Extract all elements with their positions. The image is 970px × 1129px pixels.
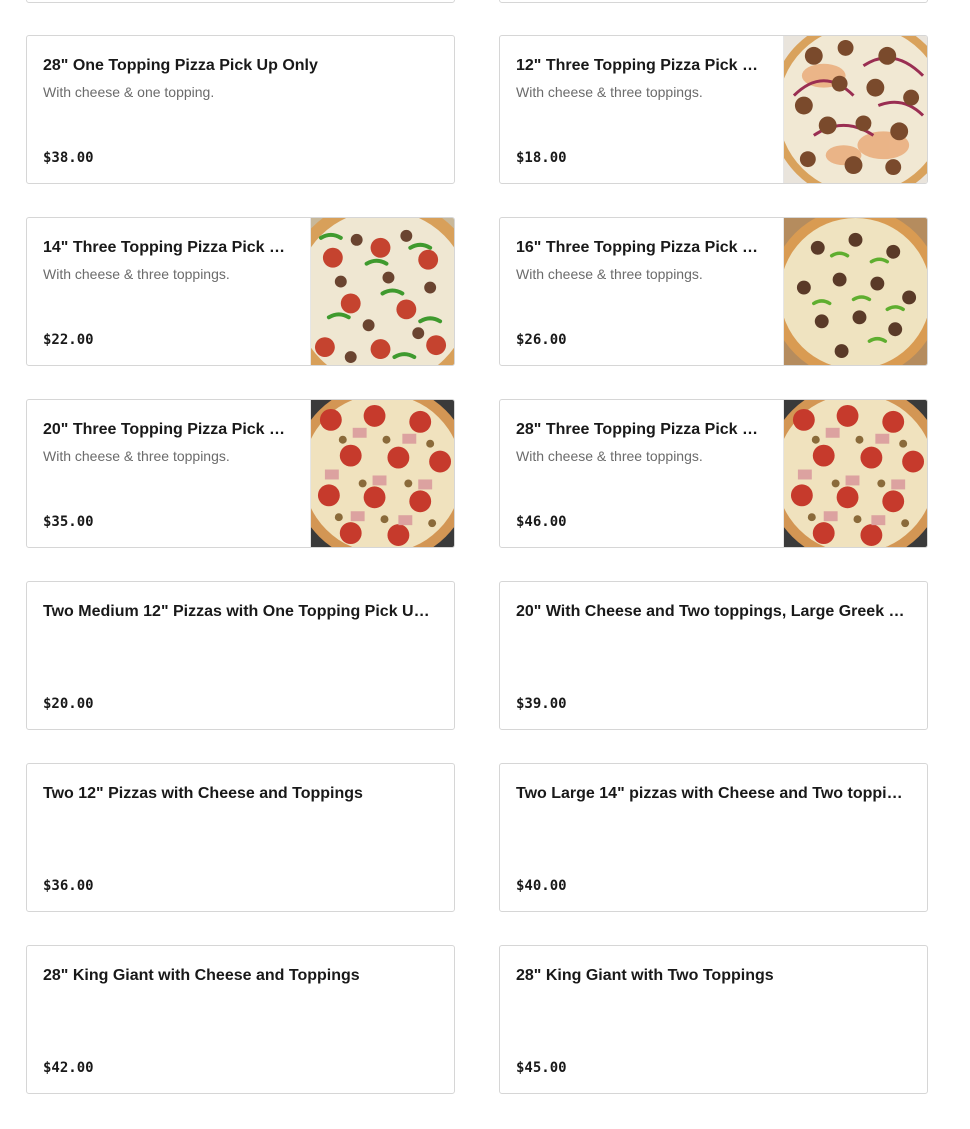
menu-item-price: $38.00: [43, 150, 94, 166]
menu-item-title: Two Medium 12" Pizzas with One Topping P…: [43, 603, 438, 620]
menu-item-card[interactable]: 28" King Giant with Cheese and Toppings $…: [26, 945, 455, 1094]
menu-item-price: $20.00: [43, 696, 94, 712]
menu-item-card[interactable]: 20" With Cheese and Two toppings, Large …: [499, 581, 928, 730]
menu-item-info: 20" With Cheese and Two toppings, Large …: [500, 582, 927, 729]
menu-item-description: With cheese & three toppings.: [516, 84, 703, 100]
menu-item-price: $42.00: [43, 1060, 94, 1076]
menu-item-info: 20" Three Topping Pizza Pick Up Only With…: [27, 400, 310, 547]
menu-item-price: $36.00: [43, 878, 94, 894]
menu-item-info: 28" King Giant with Two Toppings $45.00: [500, 946, 927, 1093]
menu-item-photo: [783, 400, 927, 547]
menu-item-card-partial[interactable]: [499, 0, 928, 3]
menu-item-price: $18.00: [516, 150, 567, 166]
menu-item-price: $46.00: [516, 514, 567, 530]
menu-item-title: 28" King Giant with Two Toppings: [516, 967, 774, 984]
menu-item-price: $45.00: [516, 1060, 567, 1076]
menu-item-price: $22.00: [43, 332, 94, 348]
menu-item-info: 16" Three Topping Pizza Pick Up Only With…: [500, 218, 783, 365]
menu-item-card[interactable]: 14" Three Topping Pizza Pick Up Only With…: [26, 217, 455, 366]
menu-item-card[interactable]: 20" Three Topping Pizza Pick Up Only With…: [26, 399, 455, 548]
menu-item-info: 28" King Giant with Cheese and Toppings $…: [27, 946, 454, 1093]
menu-item-price: $35.00: [43, 514, 94, 530]
menu-item-card-partial[interactable]: [26, 0, 455, 3]
menu-item-card[interactable]: 16" Three Topping Pizza Pick Up Only With…: [499, 217, 928, 366]
menu-item-title: 16" Three Topping Pizza Pick Up Only: [516, 239, 767, 256]
menu-item-info: Two 12" Pizzas with Cheese and Toppings $…: [27, 764, 454, 911]
menu-item-description: With cheese & three toppings.: [43, 266, 230, 282]
menu-item-info: Two Large 14" pizzas with Cheese and Two…: [500, 764, 927, 911]
menu-item-title: 28" One Topping Pizza Pick Up Only: [43, 57, 318, 74]
menu-item-price: $40.00: [516, 878, 567, 894]
menu-item-description: With cheese & three toppings.: [516, 448, 703, 464]
menu-item-title: 12" Three Topping Pizza Pick Up Only: [516, 57, 767, 74]
menu-item-photo: [783, 36, 927, 183]
menu-item-photo: [310, 400, 454, 547]
menu-item-info: 14" Three Topping Pizza Pick Up Only With…: [27, 218, 310, 365]
menu-item-photo: [783, 218, 927, 365]
menu-item-info: 12" Three Topping Pizza Pick Up Only With…: [500, 36, 783, 183]
menu-items-grid: 28" One Topping Pizza Pick Up Only With c…: [26, 35, 928, 1094]
menu-item-title: 20" With Cheese and Two toppings, Large …: [516, 603, 911, 620]
menu-item-info: Two Medium 12" Pizzas with One Topping P…: [27, 582, 454, 729]
menu-item-card[interactable]: 28" One Topping Pizza Pick Up Only With c…: [26, 35, 455, 184]
menu-item-info: 28" One Topping Pizza Pick Up Only With c…: [27, 36, 454, 183]
menu-item-price: $39.00: [516, 696, 567, 712]
menu-item-photo: [310, 218, 454, 365]
menu-item-title: 20" Three Topping Pizza Pick Up Only: [43, 421, 294, 438]
menu-item-title: 28" Three Topping Pizza Pick Up Only: [516, 421, 767, 438]
menu-item-card[interactable]: 28" Three Topping Pizza Pick Up Only With…: [499, 399, 928, 548]
menu-item-card[interactable]: Two Large 14" pizzas with Cheese and Two…: [499, 763, 928, 912]
menu-item-title: Two Large 14" pizzas with Cheese and Two…: [516, 785, 911, 802]
menu-item-description: With cheese & three toppings.: [43, 448, 230, 464]
menu-item-description: With cheese & one topping.: [43, 84, 215, 100]
menu-item-card[interactable]: 28" King Giant with Two Toppings $45.00: [499, 945, 928, 1094]
menu-item-title: 14" Three Topping Pizza Pick Up Only: [43, 239, 294, 256]
menu-item-price: $26.00: [516, 332, 567, 348]
menu-item-title: 28" King Giant with Cheese and Toppings: [43, 967, 360, 984]
menu-item-card[interactable]: 12" Three Topping Pizza Pick Up Only With…: [499, 35, 928, 184]
menu-item-card[interactable]: Two Medium 12" Pizzas with One Topping P…: [26, 581, 455, 730]
menu-item-title: Two 12" Pizzas with Cheese and Toppings: [43, 785, 363, 802]
menu-item-description: With cheese & three toppings.: [516, 266, 703, 282]
menu-item-card[interactable]: Two 12" Pizzas with Cheese and Toppings $…: [26, 763, 455, 912]
menu-item-info: 28" Three Topping Pizza Pick Up Only With…: [500, 400, 783, 547]
